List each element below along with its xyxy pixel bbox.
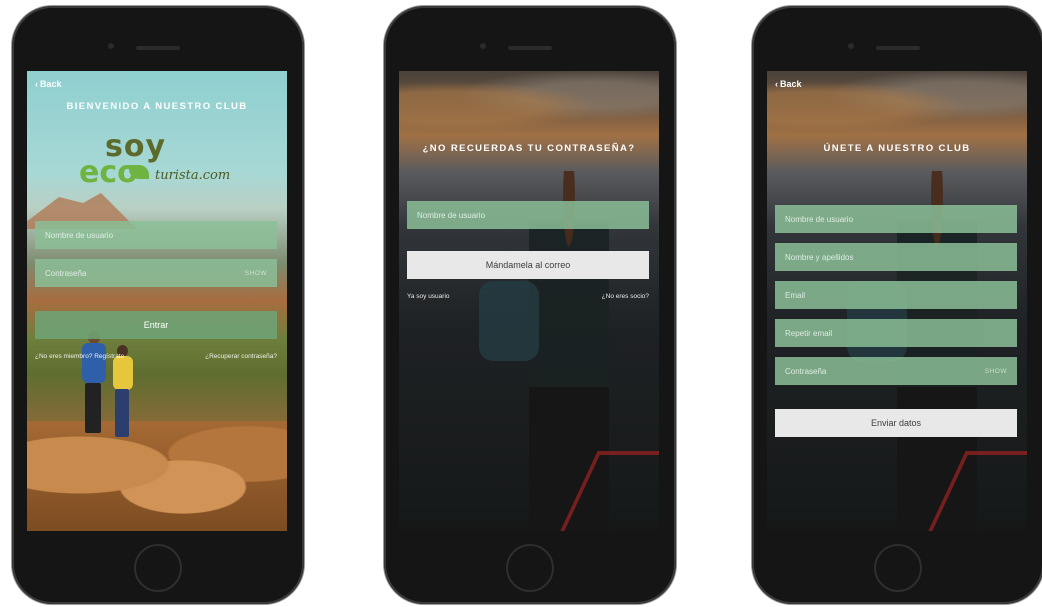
rocks-image [27,421,287,531]
phone-recover: ¿NO RECUERDAS TU CONTRASEÑA? Nombre de u… [384,6,676,604]
back-button[interactable]: ‹ Back [35,79,62,89]
submit-data-button[interactable]: Enviar datos [775,409,1017,437]
front-camera [108,43,114,49]
speaker [136,46,180,50]
front-camera [480,43,486,49]
hiker-image [115,389,129,437]
phone-register: ‹ Back ÚNETE A NUESTRO CLUB Nombre de usu… [752,6,1042,604]
home-button[interactable] [874,544,922,592]
home-button[interactable] [134,544,182,592]
already-user-link[interactable]: Ya soy usuario [407,293,450,300]
phone-login: ‹ Back BIENVENIDO A NUESTRO CLUB soy eco … [12,6,304,604]
hiker-image [85,383,101,433]
repeat-email-field[interactable]: Repetir email [775,319,1017,347]
login-title: BIENVENIDO A NUESTRO CLUB [66,101,248,112]
leaf-icon [129,165,149,179]
hiker-image [82,343,106,383]
register-title: ÚNETE A NUESTRO CLUB [823,143,971,154]
login-links: ¿No eres miembro? Regístrate ¿Recuperar … [35,353,277,360]
recover-screen: ¿NO RECUERDAS TU CONTRASEÑA? Nombre de u… [399,71,659,531]
recover-title: ¿NO RECUERDAS TU CONTRASEÑA? [422,143,636,154]
chevron-left-icon: ‹ [35,79,38,89]
recover-links: Ya soy usuario ¿No eres socio? [407,293,649,300]
back-button[interactable]: ‹ Back [775,79,802,89]
register-screen: ‹ Back ÚNETE A NUESTRO CLUB Nombre de usu… [767,71,1027,531]
show-password-toggle[interactable]: SHOW [245,270,267,277]
fullname-field[interactable]: Nombre y apellidos [775,243,1017,271]
username-field[interactable]: Nombre de usuario [407,201,649,229]
not-member-link[interactable]: ¿No eres socio? [602,293,649,300]
home-button[interactable] [506,544,554,592]
recover-password-link[interactable]: ¿Recuperar contraseña? [205,353,277,360]
password-field[interactable]: Contraseña SHOW [775,357,1017,385]
show-password-toggle[interactable]: SHOW [985,368,1007,375]
username-field[interactable]: Nombre de usuario [775,205,1017,233]
chevron-left-icon: ‹ [775,79,778,89]
send-email-button[interactable]: Mándamela al correo [407,251,649,279]
login-screen: ‹ Back BIENVENIDO A NUESTRO CLUB soy eco … [27,71,287,531]
front-camera [848,43,854,49]
hiker-image [113,356,133,390]
login-button[interactable]: Entrar [35,311,277,339]
password-field[interactable]: Contraseña SHOW [35,259,277,287]
soyecoturista-logo: soy eco turista.com [79,129,231,190]
username-field[interactable]: Nombre de usuario [35,221,277,249]
email-field[interactable]: Email [775,281,1017,309]
register-link[interactable]: ¿No eres miembro? Regístrate [35,353,124,360]
speaker [876,46,920,50]
speaker [508,46,552,50]
